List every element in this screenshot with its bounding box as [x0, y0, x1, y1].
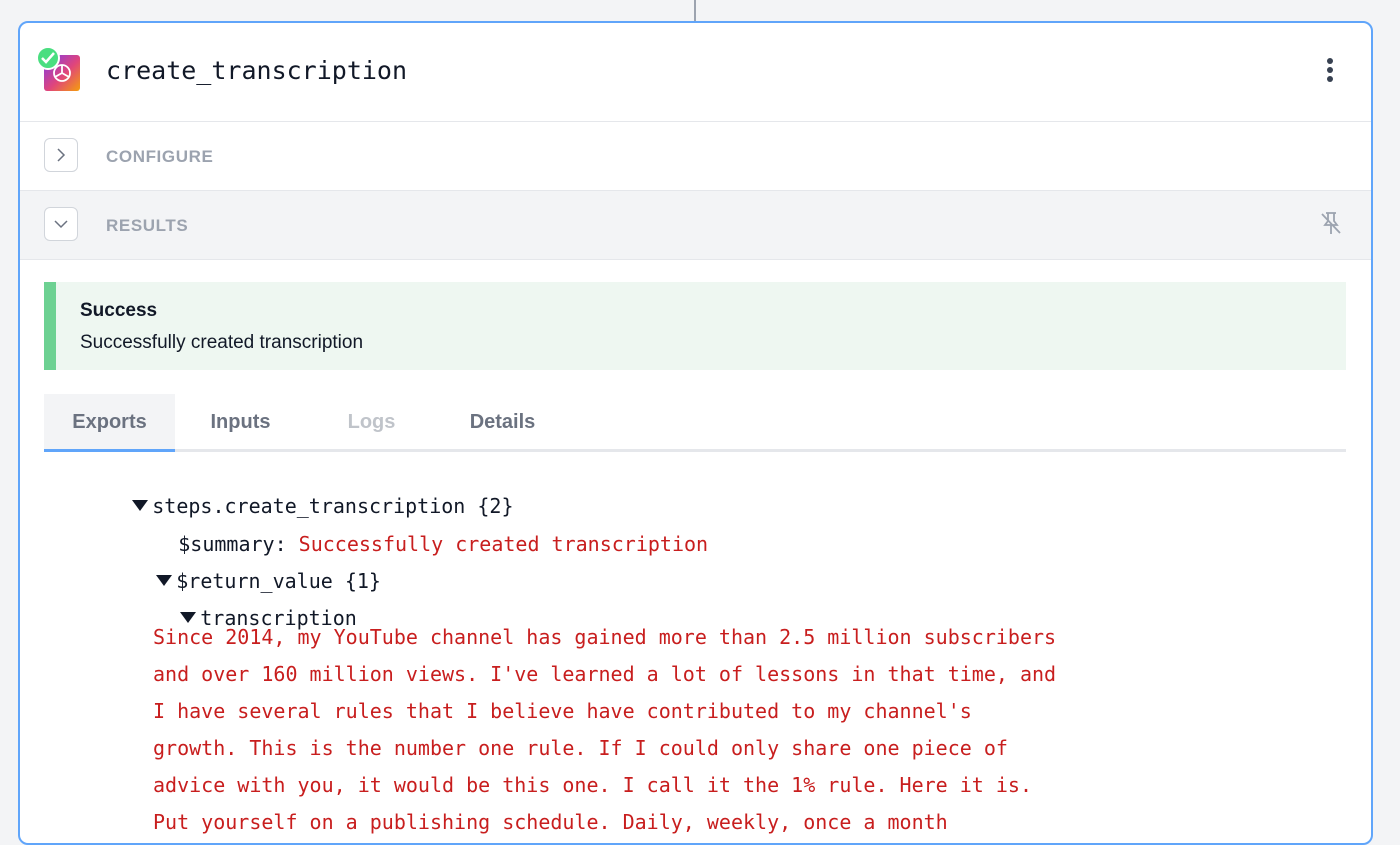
transcription-value: Since 2014, my YouTube channel has gaine…: [153, 619, 1153, 841]
results-label: RESULTS: [106, 216, 189, 235]
configure-section[interactable]: CONFIGURE: [20, 122, 1371, 191]
success-alert: Success Successfully created transcripti…: [44, 282, 1346, 370]
result-tabs: Exports Inputs Logs Details: [44, 394, 1346, 452]
more-options-icon[interactable]: [1325, 58, 1335, 86]
step-header: create_transcription: [20, 23, 1371, 122]
alert-message: Successfully created transcription: [80, 332, 364, 353]
unpin-icon[interactable]: [1319, 211, 1343, 242]
transcription-line: I have several rules that I believe have…: [153, 699, 972, 723]
results-section[interactable]: RESULTS: [20, 191, 1371, 260]
alert-title: Success: [80, 300, 158, 321]
configure-label: CONFIGURE: [106, 147, 214, 166]
tab-exports[interactable]: Exports: [44, 394, 175, 452]
tab-logs[interactable]: Logs: [306, 394, 437, 452]
chevron-down-icon[interactable]: [44, 207, 78, 241]
tab-details[interactable]: Details: [437, 394, 568, 452]
connector-line: [694, 0, 696, 22]
step-card: create_transcription CONFIGURE RESULTS S…: [18, 21, 1373, 845]
transcription-line: advice with you, it would be this one. I…: [153, 773, 1032, 797]
chevron-right-icon[interactable]: [44, 138, 78, 172]
transcription-line: Since 2014, my YouTube channel has gaine…: [153, 625, 1057, 649]
transcription-line: and over 160 million views. I've learned…: [153, 662, 1057, 686]
step-title: create_transcription: [106, 56, 408, 85]
transcription-line: growth. This is the number one rule. If …: [153, 736, 1008, 760]
success-check-icon: [36, 46, 60, 70]
tab-inputs[interactable]: Inputs: [175, 394, 306, 452]
transcription-line: Put yourself on a publishing schedule. D…: [153, 810, 948, 834]
